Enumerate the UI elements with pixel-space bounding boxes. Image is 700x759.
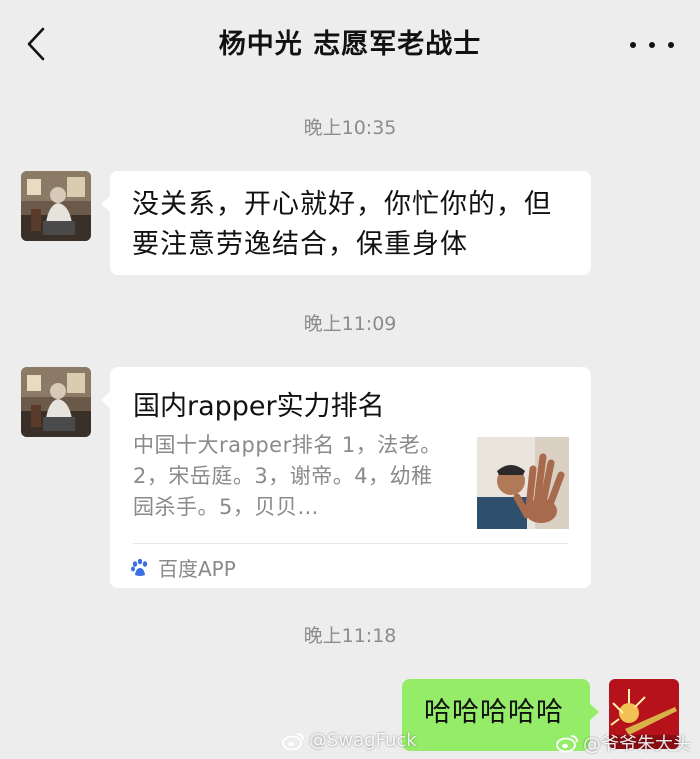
chat-header: 杨中光 志愿军老战士 bbox=[0, 0, 700, 88]
card-source-label: 百度APP bbox=[158, 557, 236, 581]
contact-avatar[interactable] bbox=[21, 367, 91, 437]
watermark-text: @爷爷朱大头 bbox=[583, 734, 691, 755]
message-text: 哈哈哈哈哈 bbox=[424, 697, 564, 728]
card-source: 百度APP bbox=[130, 553, 236, 582]
timestamp: 晚上11:09 bbox=[303, 313, 397, 335]
card-title: 国内rapper实力排名 bbox=[133, 391, 385, 422]
weibo-icon bbox=[282, 732, 304, 750]
watermark: @爷爷朱大头 bbox=[556, 730, 691, 756]
more-dots-icon bbox=[630, 42, 636, 48]
incoming-message-bubble[interactable]: 没关系，开心就好，你忙你的，但要注意劳逸结合，保重身体 bbox=[101, 171, 591, 275]
message-text: 没关系，开心就好，你忙你的，但要注意劳逸结合，保重身体 bbox=[132, 189, 552, 260]
more-options-button[interactable] bbox=[630, 30, 674, 60]
link-card-message[interactable]: 国内rapper实力排名 中国十大rapper排名 1，法老。2，宋岳庭。3，谢… bbox=[101, 367, 591, 588]
card-description: 中国十大rapper排名 1，法老。2，宋岳庭。3，谢帝。4，幼稚园杀手。5，贝… bbox=[133, 433, 442, 519]
contact-avatar[interactable] bbox=[21, 171, 91, 241]
baidu-paw-icon bbox=[131, 558, 148, 576]
timestamp: 晚上11:18 bbox=[303, 625, 397, 647]
card-thumbnail bbox=[477, 437, 569, 529]
watermark-text: @SwagFuck bbox=[309, 730, 417, 751]
watermark: @SwagFuck bbox=[282, 730, 417, 751]
timestamp: 晚上10:35 bbox=[303, 117, 397, 139]
chat-title: 杨中光 志愿军老战士 bbox=[218, 29, 482, 60]
weibo-icon bbox=[556, 735, 578, 753]
card-divider bbox=[133, 543, 568, 544]
